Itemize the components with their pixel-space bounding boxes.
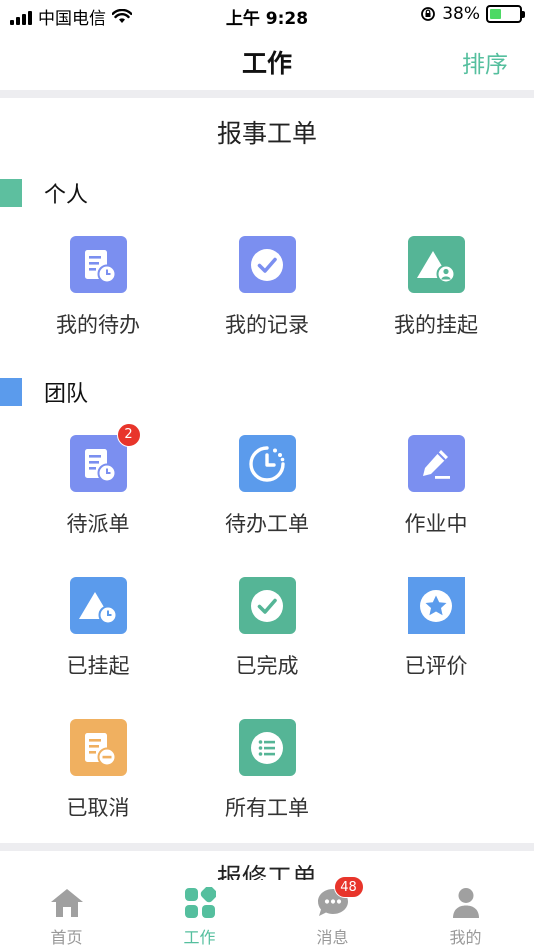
group-header-personal: 个人 [0,179,89,208]
tile-completed[interactable]: 已完成 [187,577,347,687]
tab-bar: 报修工单 首页 工作 48 消息 我的 [0,863,534,950]
group-marker [0,378,22,406]
pencil-edit-icon [407,435,465,492]
tile-label: 已取消 [66,796,130,820]
triangle-user-icon [407,236,465,293]
tile-label: 已评价 [404,654,468,678]
tile-label: 我的挂起 [394,313,478,337]
message-count-badge: 48 [333,876,364,898]
list-circle-icon [238,719,296,776]
battery-percent: 38% [442,4,480,24]
tile-label: 待派单 [66,512,130,536]
tile-label: 所有工单 [225,796,309,820]
clipboard-clock-icon: 2 [69,423,141,492]
tile-cancelled[interactable]: 已取消 [18,719,178,829]
next-section-title: 报修工单 [216,863,317,880]
tile-suspended[interactable]: 已挂起 [18,577,178,687]
chat-bubble-icon: 48 [316,876,364,920]
tab-work[interactable]: 工作 [133,886,266,948]
tab-label: 工作 [183,928,216,947]
group-label: 团队 [44,382,89,407]
tile-my-suspended[interactable]: 我的挂起 [356,236,516,346]
group-header-team: 团队 [0,378,89,407]
tab-home[interactable]: 首页 [0,886,133,948]
divider [0,843,534,851]
check-circle-icon [238,236,296,293]
tile-label: 作业中 [404,512,468,536]
tile-label: 待办工单 [225,512,309,536]
battery-icon [486,5,525,23]
star-badge-icon [407,577,465,634]
triangle-clock-icon [69,577,127,634]
divider [0,90,534,98]
tile-my-todo[interactable]: 我的待办 [18,236,178,346]
grid-icon [183,886,217,920]
tab-profile[interactable]: 我的 [399,886,532,948]
tile-rated[interactable]: 已评价 [356,577,516,687]
tile-todo-orders[interactable]: 待办工单 [187,435,347,545]
check-circle-icon [238,577,296,634]
clipboard-clock-icon [69,236,127,293]
section-title: 报事工单 [216,119,317,148]
count-badge: 2 [116,423,141,447]
tab-label: 首页 [50,928,83,947]
sort-button[interactable]: 排序 [462,45,508,79]
tile-label: 我的记录 [225,313,309,337]
tile-in-progress[interactable]: 作业中 [356,435,516,545]
tile-my-records[interactable]: 我的记录 [187,236,347,346]
clipboard-minus-icon [69,719,127,776]
group-label: 个人 [44,183,89,208]
clock-ring-icon [238,435,296,492]
group-marker [0,179,22,207]
tile-all-orders[interactable]: 所有工单 [187,719,347,829]
tile-label: 我的待办 [56,313,140,337]
tab-label: 消息 [316,928,349,947]
tab-label: 我的 [449,928,482,947]
home-icon [50,886,84,920]
orientation-lock-icon [421,7,436,21]
page-title: 工作 [241,49,292,78]
status-bar: 中国电信 上午 9:28 38% [0,0,534,30]
user-icon [449,886,483,920]
tab-messages[interactable]: 48 消息 [266,876,399,948]
tile-pending-dispatch[interactable]: 2 待派单 [18,423,178,545]
tile-label: 已挂起 [66,654,130,678]
tile-label: 已完成 [235,654,299,678]
nav-bar: 工作 排序 [0,30,534,90]
